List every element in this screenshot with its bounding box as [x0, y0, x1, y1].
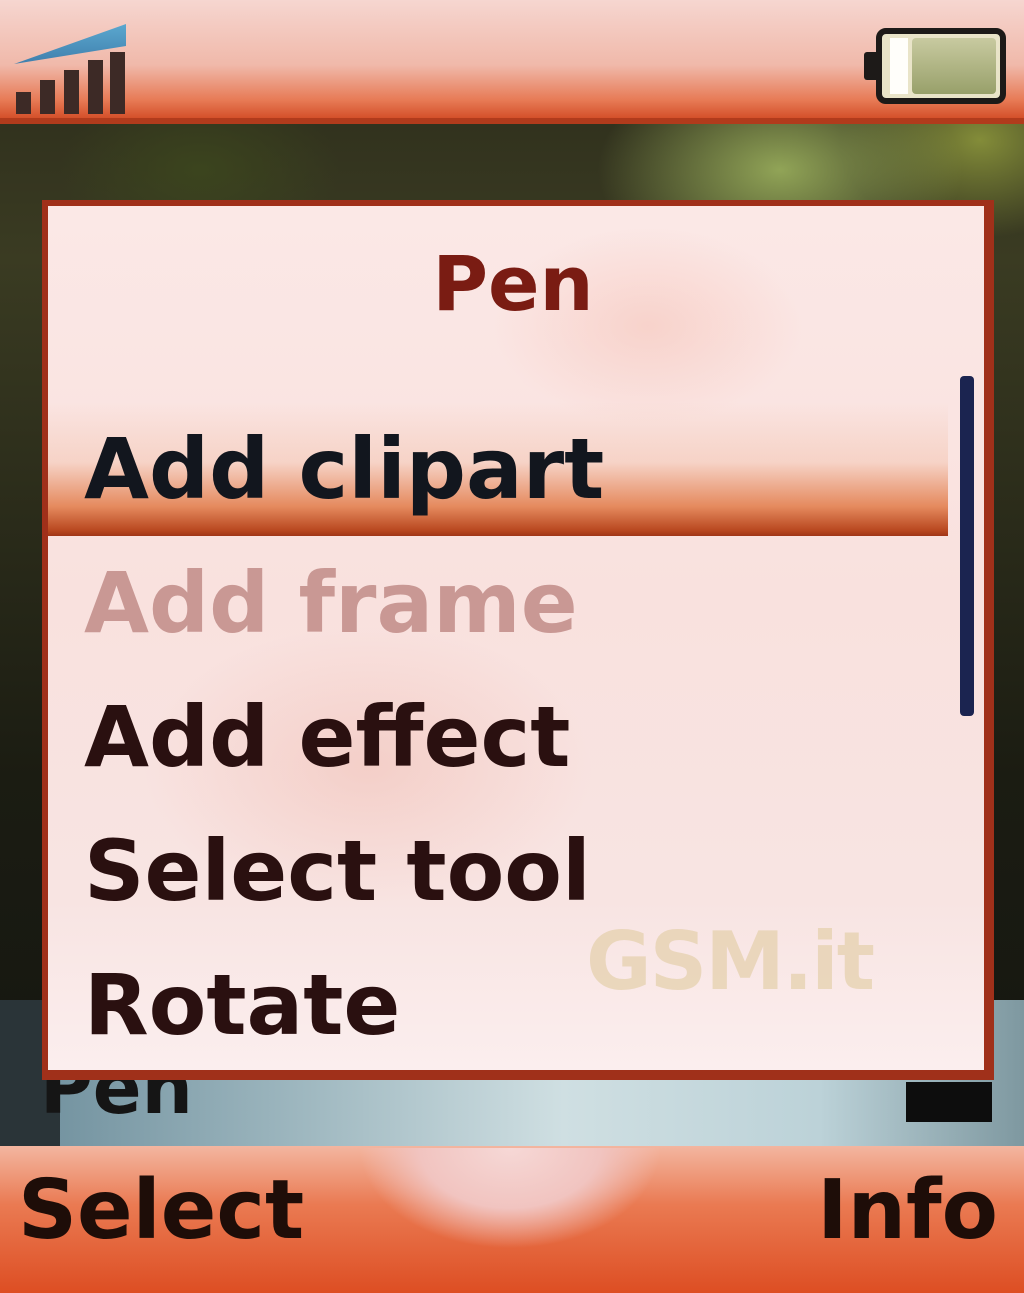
select-softkey[interactable]: Select	[18, 1170, 304, 1252]
menu-item-add-frame[interactable]: Add frame	[48, 536, 948, 670]
menu-item-add-clipart[interactable]: Add clipart	[48, 402, 948, 536]
signal-bar	[40, 80, 55, 114]
battery-highlight	[890, 38, 908, 94]
menu-item-label: Select tool	[84, 822, 591, 920]
battery-level	[912, 38, 996, 94]
menu-item-label: Add effect	[84, 688, 571, 786]
background-indicator	[906, 1082, 992, 1122]
menu-list: Add clipart Add frame Add effect Select …	[48, 402, 948, 1070]
signal-bar	[110, 52, 125, 114]
dialog-title: Pen	[432, 239, 594, 328]
options-dialog: Pen GSM.it Add clipart Add frame Add eff…	[42, 200, 994, 1080]
menu-item-rotate[interactable]: Rotate	[48, 938, 948, 1070]
menu-item-label: Rotate	[84, 956, 401, 1054]
scrollbar[interactable]	[960, 376, 974, 716]
signal-bar	[16, 92, 31, 114]
status-bar	[0, 0, 1024, 124]
menu-item-label: Add clipart	[84, 420, 605, 518]
signal-strength-icon	[14, 24, 126, 114]
menu-item-select-tool[interactable]: Select tool	[48, 804, 948, 938]
info-softkey[interactable]: Info	[817, 1170, 998, 1252]
signal-bar	[88, 60, 103, 114]
signal-bar	[64, 70, 79, 114]
menu-item-label: Add frame	[84, 554, 578, 652]
battery-cap	[864, 52, 876, 80]
battery-icon	[864, 28, 1006, 104]
menu-item-add-effect[interactable]: Add effect	[48, 670, 948, 804]
